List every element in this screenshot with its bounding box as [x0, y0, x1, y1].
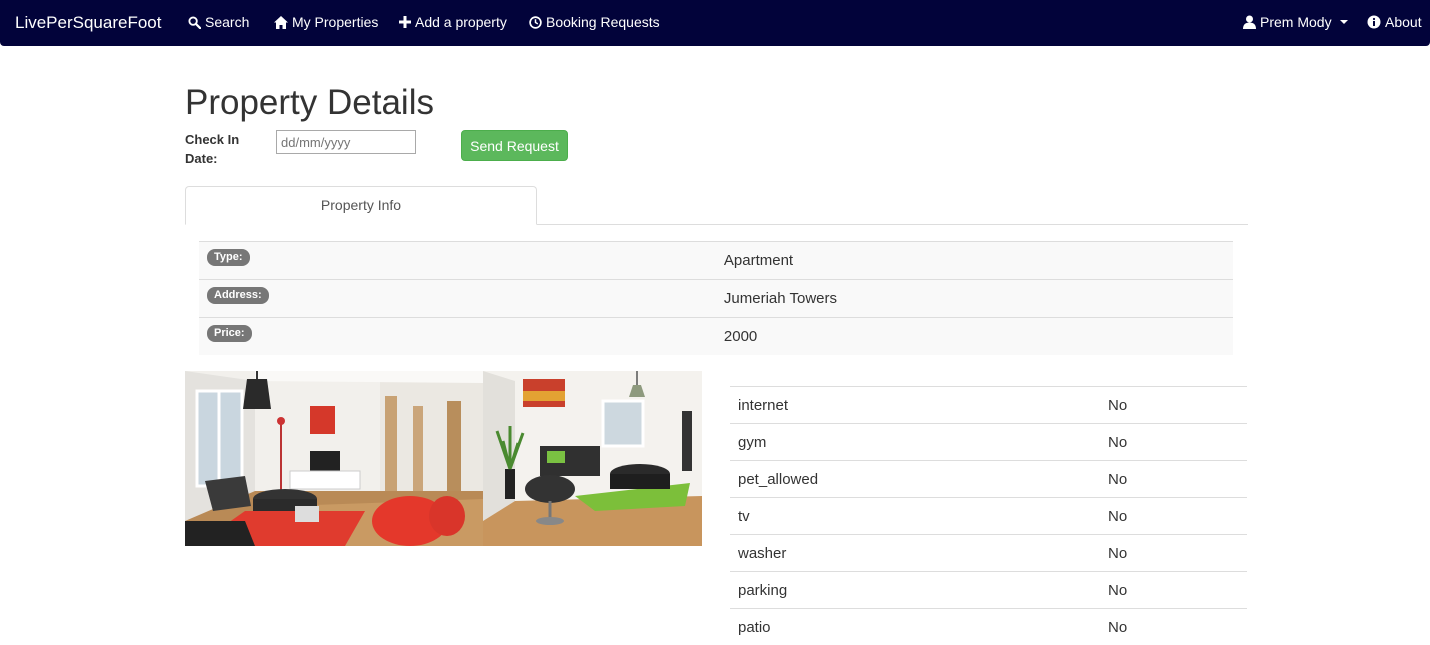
table-row: Address: Jumeriah Towers [199, 280, 1233, 318]
table-row: parking No [730, 572, 1247, 609]
address-value: Jumeriah Towers [336, 280, 1233, 318]
send-request-button[interactable]: Send Request [461, 130, 568, 161]
property-photo [185, 371, 702, 546]
info-label-cell: Address: [199, 280, 336, 318]
checkin-date-input[interactable] [276, 130, 416, 154]
nav-my-properties-label: My Properties [292, 14, 378, 30]
nav-booking-requests[interactable]: Booking Requests [529, 14, 660, 30]
table-row: internet No [730, 387, 1247, 424]
type-badge: Type: [207, 249, 250, 266]
nav-search-label: Search [205, 14, 249, 30]
nav-add-property[interactable]: Add a property [399, 14, 507, 30]
info-label-cell: Type: [199, 242, 336, 280]
amenity-name: internet [730, 387, 1108, 424]
amenities-table: internet No gym No pet_allowed No tv No … [730, 386, 1247, 645]
amenity-name: parking [730, 572, 1108, 609]
amenity-value: No [1108, 387, 1247, 424]
home-icon [274, 16, 288, 29]
amenity-name: washer [730, 535, 1108, 572]
amenity-value: No [1108, 535, 1247, 572]
amenity-value: No [1108, 461, 1247, 498]
nav-about-label: About [1385, 14, 1422, 30]
info-icon [1367, 15, 1381, 29]
user-name: Prem Mody [1260, 14, 1332, 30]
tab-property-info[interactable]: Property Info [185, 186, 537, 225]
price-value: 2000 [336, 318, 1233, 356]
amenity-value: No [1108, 424, 1247, 461]
type-value: Apartment [336, 242, 1233, 280]
checkin-date-label: Check In Date: [185, 130, 265, 168]
amenity-name: tv [730, 498, 1108, 535]
table-row: washer No [730, 535, 1247, 572]
amenity-value: No [1108, 498, 1247, 535]
brand-logo[interactable]: LivePerSquareFoot [15, 13, 161, 33]
nav-add-property-label: Add a property [415, 14, 507, 30]
amenity-name: gym [730, 424, 1108, 461]
property-info-table: Type: Apartment Address: Jumeriah Towers… [199, 241, 1233, 355]
top-navbar: LivePerSquareFoot Search My Properties A… [0, 0, 1430, 46]
table-row: gym No [730, 424, 1247, 461]
amenity-name: pet_allowed [730, 461, 1108, 498]
user-menu[interactable]: Prem Mody [1243, 14, 1348, 30]
price-badge: Price: [207, 325, 252, 342]
nav-my-properties[interactable]: My Properties [274, 14, 378, 30]
page-title: Property Details [185, 83, 434, 123]
table-row: Price: 2000 [199, 318, 1233, 356]
info-label-cell: Price: [199, 318, 336, 356]
plus-icon [399, 16, 411, 28]
table-row: Type: Apartment [199, 242, 1233, 280]
nav-about[interactable]: About [1367, 14, 1422, 30]
nav-search[interactable]: Search [188, 14, 249, 30]
table-row: tv No [730, 498, 1247, 535]
search-icon [188, 16, 201, 29]
nav-booking-requests-label: Booking Requests [546, 14, 660, 30]
table-row: pet_allowed No [730, 461, 1247, 498]
address-badge: Address: [207, 287, 269, 304]
user-icon [1243, 15, 1256, 29]
amenity-value: No [1108, 572, 1247, 609]
clock-icon [529, 16, 542, 29]
caret-down-icon [1340, 20, 1348, 24]
